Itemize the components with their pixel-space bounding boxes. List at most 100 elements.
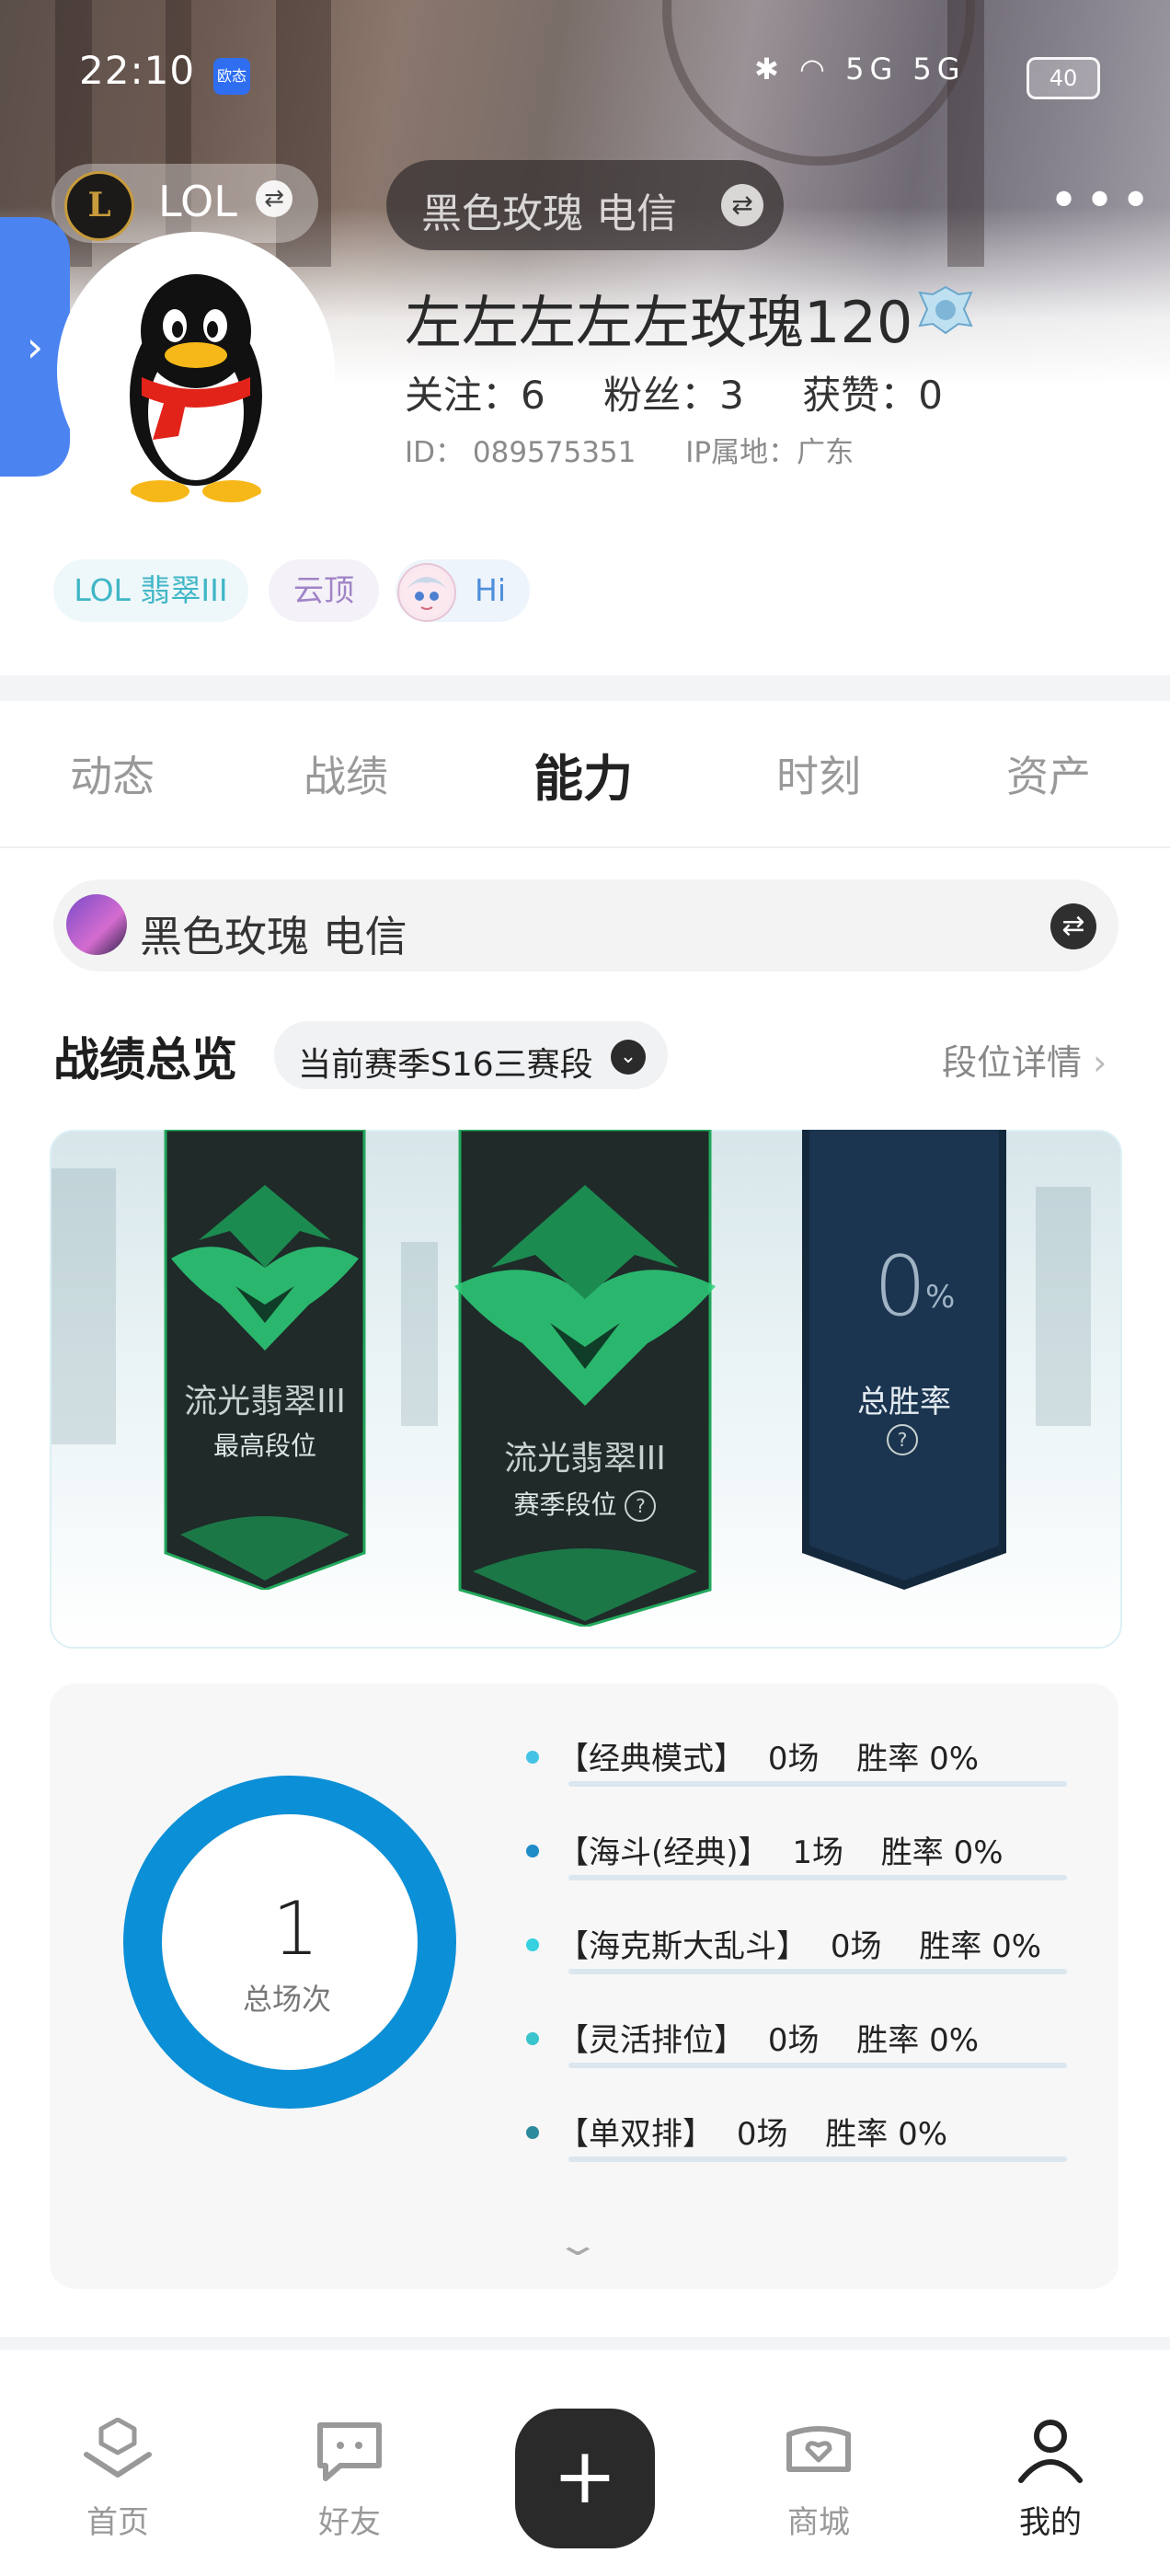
create-post-button[interactable]: + [515,2409,655,2548]
mode-count: 0场 [830,1928,882,1965]
tab-zichan[interactable]: 资产 [1006,743,1091,804]
hi-avatar-icon [397,563,456,622]
lol-logo-icon: L [64,171,134,241]
more-dots-icon[interactable]: ••• [1049,171,1156,231]
highest-rank-name: 流光翡翠III [184,1383,346,1420]
winrate-value: 0 [874,1238,927,1335]
mode-row[interactable]: 【海克斯大乱斗】 0场 胜率 0% [526,1921,1041,1966]
bg-ruin [401,1242,438,1426]
shop-icon [786,2426,851,2472]
nav-shop[interactable]: 商城 [763,2418,874,2542]
mode-rate: 胜率 0% [856,2022,980,2059]
game-name[interactable]: LOL [158,177,237,226]
tag-yunding[interactable]: 云顶 [269,559,379,622]
tab-shike[interactable]: 时刻 [776,743,861,804]
mode-count: 1场 [792,1834,843,1871]
winrate-label: 总胜率 [857,1384,951,1420]
nav-home-label: 首页 [86,2504,149,2541]
highest-rank-label: 最高段位 [212,1431,316,1461]
mode-dot [526,1750,539,1764]
season-rank-name: 流光翡翠III [504,1440,666,1478]
server-label[interactable]: 黑色玫瑰 电信 [421,180,677,239]
winrate-banner [802,1130,1006,1593]
mode-dot [526,1938,539,1951]
season-label[interactable]: 当前赛季S16三赛段 [298,1038,593,1086]
nav-mine[interactable]: 我的 [995,2418,1106,2542]
wifi-icon: ◠ [798,52,831,86]
help-icon[interactable]: ? [625,1490,657,1522]
likes-count: 获赞：0 [802,373,943,418]
battery-icon: 40 [1027,57,1100,99]
chevron-right-icon: › [1082,1042,1107,1083]
crest-icon [918,285,973,335]
mode-bar [568,1781,1067,1787]
account-label[interactable]: 黑色玫瑰 电信 [140,903,407,964]
section-divider [0,2337,1170,2350]
nav-shop-label: 商城 [787,2504,850,2541]
tag-lol-rank[interactable]: LOL 翡翠III [53,559,248,622]
total-games-value: 1 [272,1886,319,1972]
mode-bar [568,2063,1067,2068]
bluetooth-icon: ✱ [754,52,785,86]
section-divider [0,675,1170,701]
tab-zhanji[interactable]: 战绩 [304,743,388,804]
mode-rate: 胜率 0% [919,1928,1042,1965]
mode-bar [568,1875,1067,1880]
avatar[interactable] [57,232,335,510]
status-time: 22:10 [79,48,196,93]
mode-name: 【单双排】 [557,2116,714,2153]
nav-home[interactable]: 首页 [63,2417,173,2542]
season-rank-banner[interactable] [454,1128,716,1630]
mode-name: 【经典模式】 [557,1741,745,1777]
rank-banner-icon [454,1128,716,1628]
tag-hi-label: Hi [475,572,506,608]
mode-row[interactable]: 【灵活排位】 0场 胜率 0% [526,2015,979,2060]
rank-detail-label: 段位详情 [942,1042,1083,1083]
mode-name: 【海克斯大乱斗】 [557,1928,808,1965]
chat-icon [317,2422,382,2481]
swap-icon[interactable]: ⇄ [721,184,763,226]
user-id: ID： 089575351 [405,436,637,469]
mode-count: 0场 [767,1741,820,1777]
overview-title: 战绩总览 [53,1033,237,1087]
anime-avatar-icon [403,569,451,616]
help-icon[interactable]: ? [887,1424,918,1455]
follow-count[interactable]: 关注：6 [405,373,545,418]
swap-icon[interactable]: ⇄ [1050,903,1096,949]
tab-divider [0,846,1170,848]
mode-row[interactable]: 【经典模式】 0场 胜率 0% [526,1733,979,1778]
swap-icon[interactable]: ⇄ [256,180,292,217]
highest-rank-banner[interactable] [162,1128,368,1593]
mode-rate: 胜率 0% [856,1741,980,1777]
status-signal-icons: ✱ ◠ 5G 5G [754,52,966,86]
ip-location: IP属地：广东 [685,436,855,469]
bg-ruin [52,1168,116,1444]
mode-row[interactable]: 【海斗(经典)】 1场 胜率 0% [526,1827,1004,1872]
mode-bar [568,1969,1067,1974]
rank-banner-icon [164,1128,366,1592]
nav-friends-label: 好友 [318,2504,381,2541]
rank-detail-link[interactable]: 段位详情 › [942,1034,1107,1085]
level-badge-icon[interactable] [918,285,973,335]
winrate-unit: % [925,1279,956,1316]
mode-row[interactable]: 【单双排】 0场 胜率 0% [526,2109,947,2154]
mode-rate: 胜率 0% [825,2116,948,2153]
mode-count: 0场 [767,2022,820,2059]
mode-name: 【海斗(经典)】 [557,1834,770,1871]
status-app-badge: 欧态 [213,58,250,95]
tab-nengli[interactable]: 能力 [533,738,633,811]
chevron-down-icon[interactable]: ⌄ [611,1040,646,1075]
winrate-banner-icon [802,1130,1006,1590]
season-rank-row: 赛季段位 ? [473,1485,697,1522]
id-row: ID： 089575351 IP属地：广东 [405,429,894,470]
fans-count[interactable]: 粉丝：3 [603,373,744,418]
mode-dot [526,2125,539,2139]
tab-dongtai[interactable]: 动态 [70,743,155,804]
total-games-label: 总场次 [243,1982,332,2017]
mode-dot [526,2031,539,2045]
nav-friends[interactable]: 好友 [294,2418,405,2542]
season-rank-label: 赛季段位 [513,1489,617,1520]
follow-stats: 关注：6 粉丝：3 获赞：0 [405,364,989,420]
bg-ruin [1036,1187,1091,1426]
expand-chevron-icon[interactable]: ⌄ [555,2226,602,2263]
